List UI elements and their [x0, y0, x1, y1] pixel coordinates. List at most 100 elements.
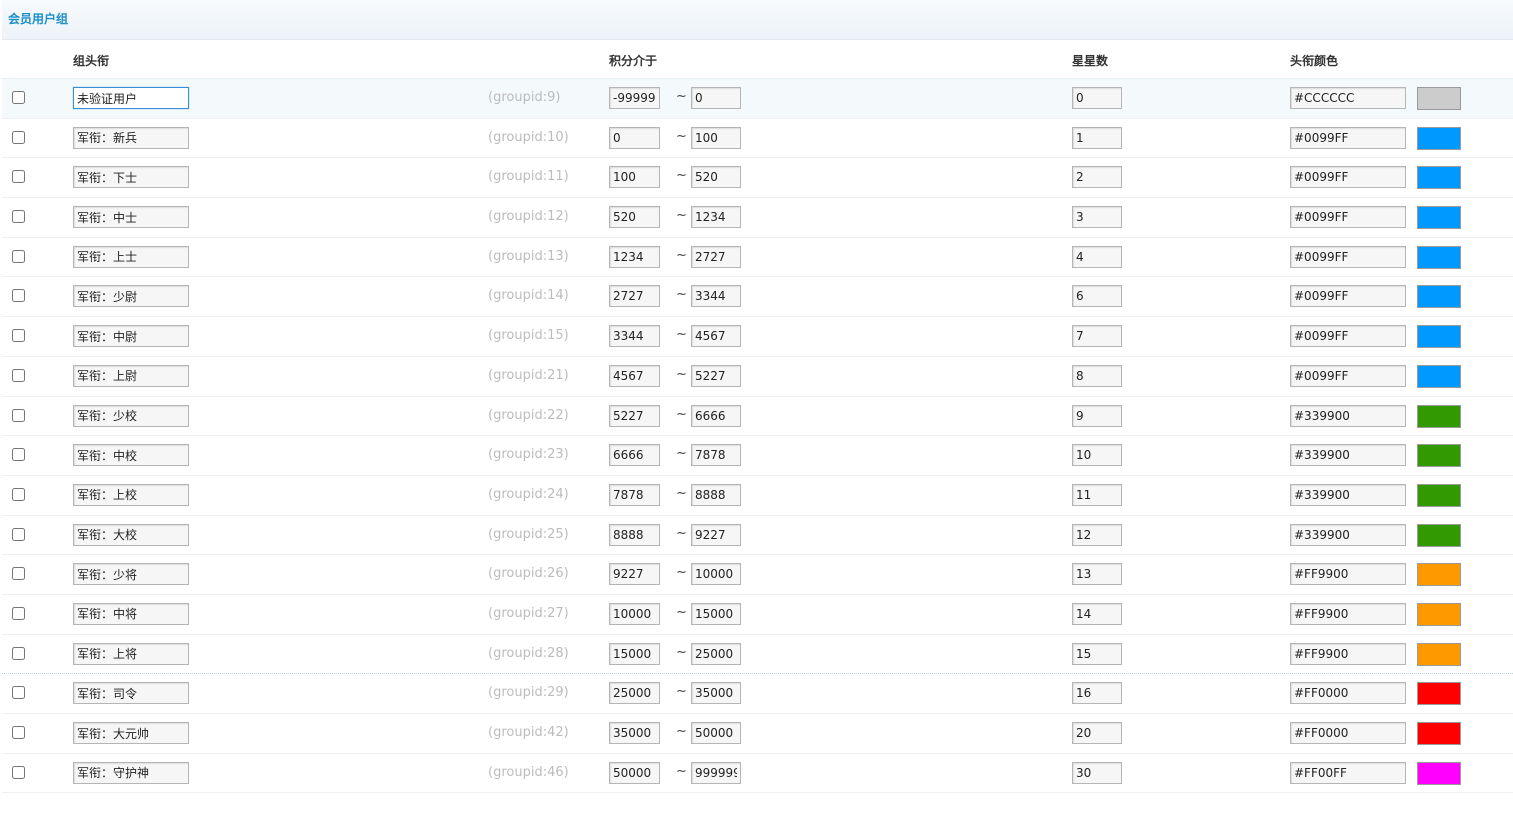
- stars-input[interactable]: [1072, 523, 1122, 546]
- color-swatch[interactable]: [1417, 206, 1461, 230]
- color-input[interactable]: [1290, 642, 1406, 665]
- stars-input[interactable]: [1072, 245, 1122, 268]
- color-swatch[interactable]: [1417, 325, 1461, 349]
- points-min-input[interactable]: [609, 602, 660, 625]
- points-max-input[interactable]: [691, 245, 741, 268]
- group-title-input[interactable]: [73, 285, 189, 308]
- color-input[interactable]: [1290, 523, 1406, 546]
- row-select-checkbox[interactable]: [12, 487, 25, 501]
- stars-input[interactable]: [1072, 444, 1122, 467]
- points-min-input[interactable]: [609, 126, 660, 149]
- points-max-input[interactable]: [691, 166, 741, 189]
- color-input[interactable]: [1290, 87, 1406, 109]
- points-min-input[interactable]: [609, 87, 660, 109]
- row-select-checkbox[interactable]: [12, 726, 25, 739]
- color-swatch[interactable]: [1417, 563, 1461, 587]
- row-select-checkbox[interactable]: [12, 170, 25, 184]
- color-input[interactable]: [1290, 722, 1406, 744]
- color-input[interactable]: [1290, 285, 1406, 308]
- color-input[interactable]: [1290, 444, 1406, 467]
- color-input[interactable]: [1290, 602, 1406, 625]
- row-select-checkbox[interactable]: [12, 210, 25, 224]
- color-input[interactable]: [1290, 483, 1406, 506]
- color-swatch[interactable]: [1417, 761, 1461, 785]
- group-title-input[interactable]: [73, 642, 189, 665]
- stars-input[interactable]: [1072, 126, 1122, 149]
- points-max-input[interactable]: [691, 523, 741, 546]
- color-swatch[interactable]: [1417, 87, 1461, 110]
- row-select-checkbox[interactable]: [12, 91, 25, 104]
- points-min-input[interactable]: [609, 404, 660, 427]
- points-max-input[interactable]: [691, 325, 741, 348]
- group-title-input[interactable]: [73, 245, 189, 268]
- group-title-input[interactable]: [73, 523, 189, 546]
- row-select-checkbox[interactable]: [12, 765, 25, 779]
- stars-input[interactable]: [1072, 87, 1122, 109]
- color-input[interactable]: [1290, 166, 1406, 189]
- points-max-input[interactable]: [691, 404, 741, 427]
- group-title-input[interactable]: [73, 682, 189, 705]
- row-select-checkbox[interactable]: [12, 130, 25, 144]
- group-title-input[interactable]: [73, 364, 189, 387]
- stars-input[interactable]: [1072, 364, 1122, 387]
- group-title-input[interactable]: [73, 563, 189, 586]
- points-min-input[interactable]: [609, 642, 660, 665]
- color-input[interactable]: [1290, 563, 1406, 586]
- row-select-checkbox[interactable]: [12, 408, 25, 422]
- color-swatch[interactable]: [1417, 444, 1461, 468]
- stars-input[interactable]: [1072, 483, 1122, 506]
- group-title-input[interactable]: [73, 483, 189, 506]
- points-min-input[interactable]: [609, 285, 660, 308]
- points-max-input[interactable]: [691, 761, 741, 784]
- stars-input[interactable]: [1072, 722, 1122, 744]
- group-title-input[interactable]: [73, 166, 189, 189]
- points-min-input[interactable]: [609, 563, 660, 586]
- row-select-checkbox[interactable]: [12, 606, 25, 620]
- points-max-input[interactable]: [691, 602, 741, 625]
- color-swatch[interactable]: [1417, 682, 1461, 706]
- stars-input[interactable]: [1072, 325, 1122, 348]
- points-min-input[interactable]: [609, 325, 660, 348]
- stars-input[interactable]: [1072, 682, 1122, 705]
- color-swatch[interactable]: [1417, 404, 1461, 428]
- points-max-input[interactable]: [691, 682, 741, 705]
- row-select-checkbox[interactable]: [12, 567, 25, 581]
- stars-input[interactable]: [1072, 206, 1122, 229]
- color-input[interactable]: [1290, 682, 1406, 705]
- points-min-input[interactable]: [609, 523, 660, 546]
- color-input[interactable]: [1290, 404, 1406, 427]
- points-min-input[interactable]: [609, 483, 660, 506]
- points-max-input[interactable]: [691, 285, 741, 308]
- points-min-input[interactable]: [609, 364, 660, 387]
- points-min-input[interactable]: [609, 761, 660, 784]
- color-swatch[interactable]: [1417, 364, 1461, 388]
- points-min-input[interactable]: [609, 444, 660, 467]
- stars-input[interactable]: [1072, 166, 1122, 189]
- stars-input[interactable]: [1072, 563, 1122, 586]
- group-title-input[interactable]: [73, 761, 189, 784]
- row-select-checkbox[interactable]: [12, 646, 25, 660]
- points-max-input[interactable]: [691, 87, 741, 109]
- group-title-input[interactable]: [73, 325, 189, 348]
- row-select-checkbox[interactable]: [12, 329, 25, 343]
- row-select-checkbox[interactable]: [12, 448, 25, 462]
- row-select-checkbox[interactable]: [12, 368, 25, 382]
- points-min-input[interactable]: [609, 245, 660, 268]
- stars-input[interactable]: [1072, 642, 1122, 665]
- points-max-input[interactable]: [691, 364, 741, 387]
- row-select-checkbox[interactable]: [12, 527, 25, 541]
- points-max-input[interactable]: [691, 206, 741, 229]
- points-max-input[interactable]: [691, 444, 741, 467]
- group-title-input[interactable]: [73, 206, 189, 229]
- points-max-input[interactable]: [691, 563, 741, 586]
- group-title-input[interactable]: [73, 602, 189, 625]
- stars-input[interactable]: [1072, 404, 1122, 427]
- group-title-input[interactable]: [73, 126, 189, 149]
- group-title-input[interactable]: [73, 404, 189, 427]
- row-select-checkbox[interactable]: [12, 289, 25, 303]
- row-select-checkbox[interactable]: [12, 249, 25, 263]
- group-title-input[interactable]: [73, 87, 189, 109]
- color-swatch[interactable]: [1417, 285, 1461, 309]
- color-input[interactable]: [1290, 761, 1406, 784]
- color-swatch[interactable]: [1417, 483, 1461, 507]
